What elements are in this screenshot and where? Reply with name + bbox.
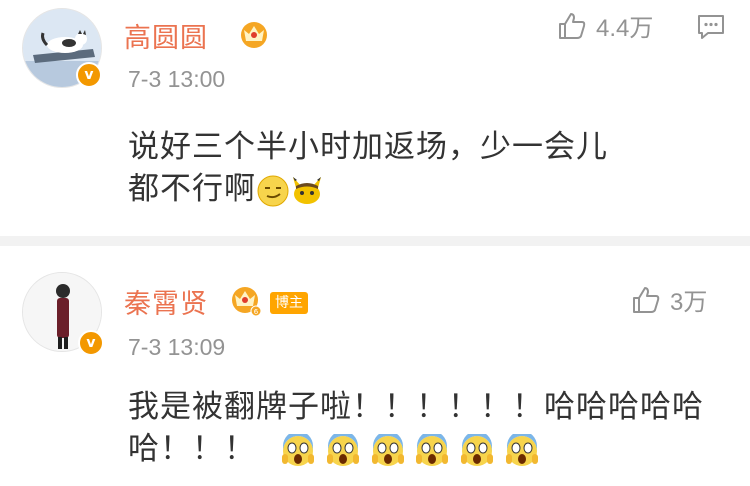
comment-text: 我是被翻牌子啦！！！！！！哈哈哈哈哈 哈！！！ xyxy=(128,386,704,470)
thumbs-up-icon xyxy=(559,12,586,39)
scream-emoji-icon xyxy=(416,433,449,466)
comment-text-line: 说好三个半小时加返场，少一会儿 xyxy=(128,129,608,165)
comment-item: v 秦霄贤 6 博主 7-3 13:09 3万 我是被翻牌子啦！！！！！！哈哈哈… xyxy=(0,246,750,486)
comment-text: 说好三个半小时加返场，少一会儿 都不行啊 xyxy=(128,126,608,210)
comment-divider xyxy=(0,236,750,246)
like-count: 3万 xyxy=(670,289,708,316)
scream-emoji-icon xyxy=(461,433,494,466)
pikachu-emoji-icon xyxy=(293,176,321,204)
crown-icon: 6 xyxy=(232,287,262,316)
comment-time: 7-3 13:09 xyxy=(128,334,226,360)
comment-text-line: 哈！！！ xyxy=(128,428,704,470)
comment-item: v 高圆圆 7-3 13:00 4.4万 说好三个半小时加返场，少一会儿 都不行… xyxy=(0,0,750,236)
verified-badge-icon: v xyxy=(76,62,102,88)
scream-emoji-icon xyxy=(281,433,314,466)
comment-text-line-2: 哈！！！ xyxy=(128,431,256,467)
comment-username[interactable]: 秦霄贤 xyxy=(124,282,208,321)
scream-emoji-group xyxy=(281,431,539,467)
blogger-tag: 博主 xyxy=(270,292,308,314)
scream-emoji-icon xyxy=(506,433,539,466)
thumbs-up-icon xyxy=(633,286,660,313)
like-button[interactable]: 3万 xyxy=(630,282,707,317)
comment-reply-icon[interactable] xyxy=(696,12,726,42)
scream-emoji-icon xyxy=(326,433,359,466)
scream-emoji-icon xyxy=(371,433,404,466)
comment-text-line: 我是被翻牌子啦！！！！！！哈哈哈哈哈 xyxy=(128,389,704,425)
smirk-emoji-icon xyxy=(257,175,289,206)
like-button[interactable]: 4.4万 xyxy=(556,8,653,43)
like-count: 4.4万 xyxy=(596,15,654,42)
crown-icon xyxy=(241,22,267,48)
comment-text-line-2: 都不行啊 xyxy=(128,171,256,207)
comment-username[interactable]: 高圆圆 xyxy=(124,16,208,55)
comment-text-line: 都不行啊 xyxy=(128,168,608,210)
verified-badge-icon: v xyxy=(78,330,104,356)
comment-time: 7-3 13:00 xyxy=(128,66,226,92)
svg-text:6: 6 xyxy=(254,308,259,316)
